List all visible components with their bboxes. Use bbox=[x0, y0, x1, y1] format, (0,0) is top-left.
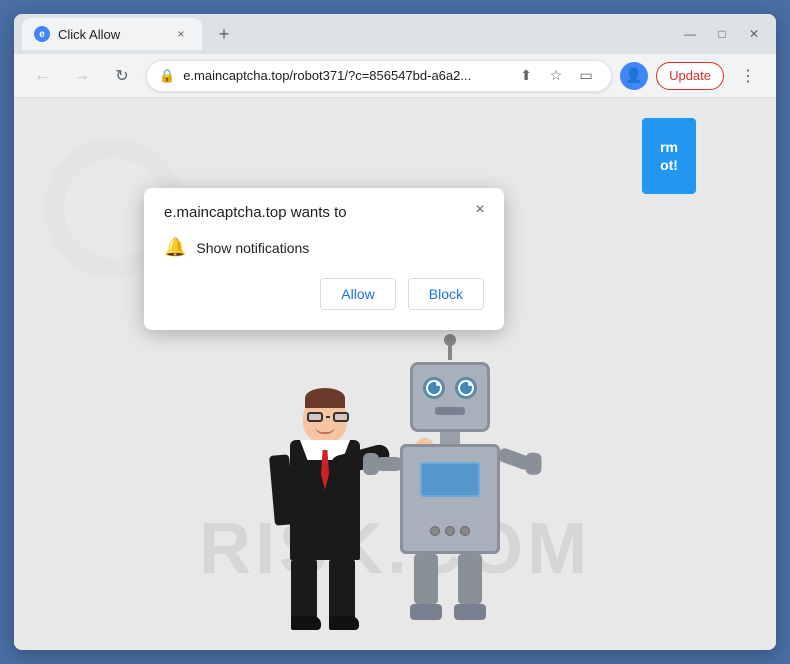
glasses-right bbox=[333, 412, 349, 422]
robot-body bbox=[400, 444, 500, 554]
robot-buttons bbox=[430, 526, 470, 536]
robot-head bbox=[410, 362, 490, 432]
navigation-bar: ← → ↻ 🔒 e.maincaptcha.top/robot371/?c=85… bbox=[14, 54, 776, 98]
robot-right-shine bbox=[468, 382, 472, 386]
robot-left-arm bbox=[375, 457, 403, 471]
human-tie bbox=[321, 450, 329, 490]
human-legs bbox=[291, 560, 359, 630]
forward-button[interactable]: → bbox=[66, 60, 98, 92]
tab-title: Click Allow bbox=[58, 27, 164, 42]
robot-right-arm bbox=[496, 446, 534, 471]
bell-icon: 🔔 bbox=[164, 237, 186, 258]
bookmark-button[interactable]: ☆ bbox=[543, 63, 569, 89]
title-bar: e Click Allow × + — □ ✕ bbox=[14, 14, 776, 54]
robot-character bbox=[400, 340, 500, 620]
robot-neck bbox=[440, 432, 460, 444]
cta-line2: ot! bbox=[660, 156, 678, 174]
allow-button[interactable]: Allow bbox=[320, 278, 395, 310]
profile-button[interactable]: 👤 bbox=[620, 62, 648, 90]
robot-mouth bbox=[435, 407, 465, 415]
update-button[interactable]: Update bbox=[656, 62, 724, 90]
human-head bbox=[303, 394, 347, 442]
robot-btn-1 bbox=[430, 526, 440, 536]
address-actions: ⬆ ☆ ▭ bbox=[513, 63, 599, 89]
human-character bbox=[290, 394, 360, 630]
tab-close-button[interactable]: × bbox=[172, 25, 190, 43]
browser-tab[interactable]: e Click Allow × bbox=[22, 18, 202, 50]
lock-icon: 🔒 bbox=[159, 68, 175, 84]
characters-illustration bbox=[290, 340, 500, 630]
page-content: rm ot! RISK.COM bbox=[14, 98, 776, 650]
maximize-button[interactable]: □ bbox=[708, 20, 736, 48]
address-bar[interactable]: 🔒 e.maincaptcha.top/robot371/?c=856547bd… bbox=[146, 60, 612, 92]
glasses-left bbox=[307, 412, 323, 422]
robot-left-leg bbox=[414, 554, 442, 620]
human-right-leg bbox=[329, 560, 359, 630]
cta-button[interactable]: rm ot! bbox=[642, 118, 696, 194]
human-hair bbox=[305, 388, 345, 408]
tab-favicon: e bbox=[34, 26, 50, 42]
robot-btn-3 bbox=[460, 526, 470, 536]
block-button[interactable]: Block bbox=[408, 278, 484, 310]
robot-screen bbox=[420, 462, 480, 497]
menu-button[interactable]: ⋮ bbox=[732, 60, 764, 92]
popup-title: e.maincaptcha.top wants to bbox=[164, 204, 484, 221]
robot-left-shine bbox=[436, 382, 440, 386]
robot-legs bbox=[414, 554, 486, 620]
share-button[interactable]: ⬆ bbox=[513, 63, 539, 89]
window-controls: — □ ✕ bbox=[676, 20, 768, 48]
permission-popup: e.maincaptcha.top wants to × 🔔 Show noti… bbox=[144, 188, 504, 330]
notification-row: 🔔 Show notifications bbox=[164, 233, 484, 262]
human-smile bbox=[315, 426, 335, 434]
notification-label: Show notifications bbox=[196, 240, 309, 256]
minimize-button[interactable]: — bbox=[676, 20, 704, 48]
robot-left-eye bbox=[423, 377, 445, 399]
reload-button[interactable]: ↻ bbox=[106, 60, 138, 92]
new-tab-button[interactable]: + bbox=[210, 20, 238, 48]
glasses-bridge bbox=[326, 416, 330, 418]
robot-antenna bbox=[448, 340, 452, 360]
close-button[interactable]: ✕ bbox=[740, 20, 768, 48]
popup-buttons: Allow Block bbox=[164, 278, 484, 310]
cta-line1: rm bbox=[660, 138, 678, 156]
back-button[interactable]: ← bbox=[26, 60, 58, 92]
human-body bbox=[290, 440, 360, 560]
address-text: e.maincaptcha.top/robot371/?c=856547bd-a… bbox=[183, 68, 505, 83]
robot-right-leg bbox=[458, 554, 486, 620]
robot-eyes bbox=[413, 377, 487, 399]
split-view-button[interactable]: ▭ bbox=[573, 63, 599, 89]
browser-window: e Click Allow × + — □ ✕ ← → ↻ 🔒 e.mainca… bbox=[14, 14, 776, 650]
human-glasses bbox=[307, 412, 349, 422]
robot-right-eye bbox=[455, 377, 477, 399]
popup-close-button[interactable]: × bbox=[468, 198, 492, 222]
human-left-leg bbox=[291, 560, 321, 630]
robot-btn-2 bbox=[445, 526, 455, 536]
